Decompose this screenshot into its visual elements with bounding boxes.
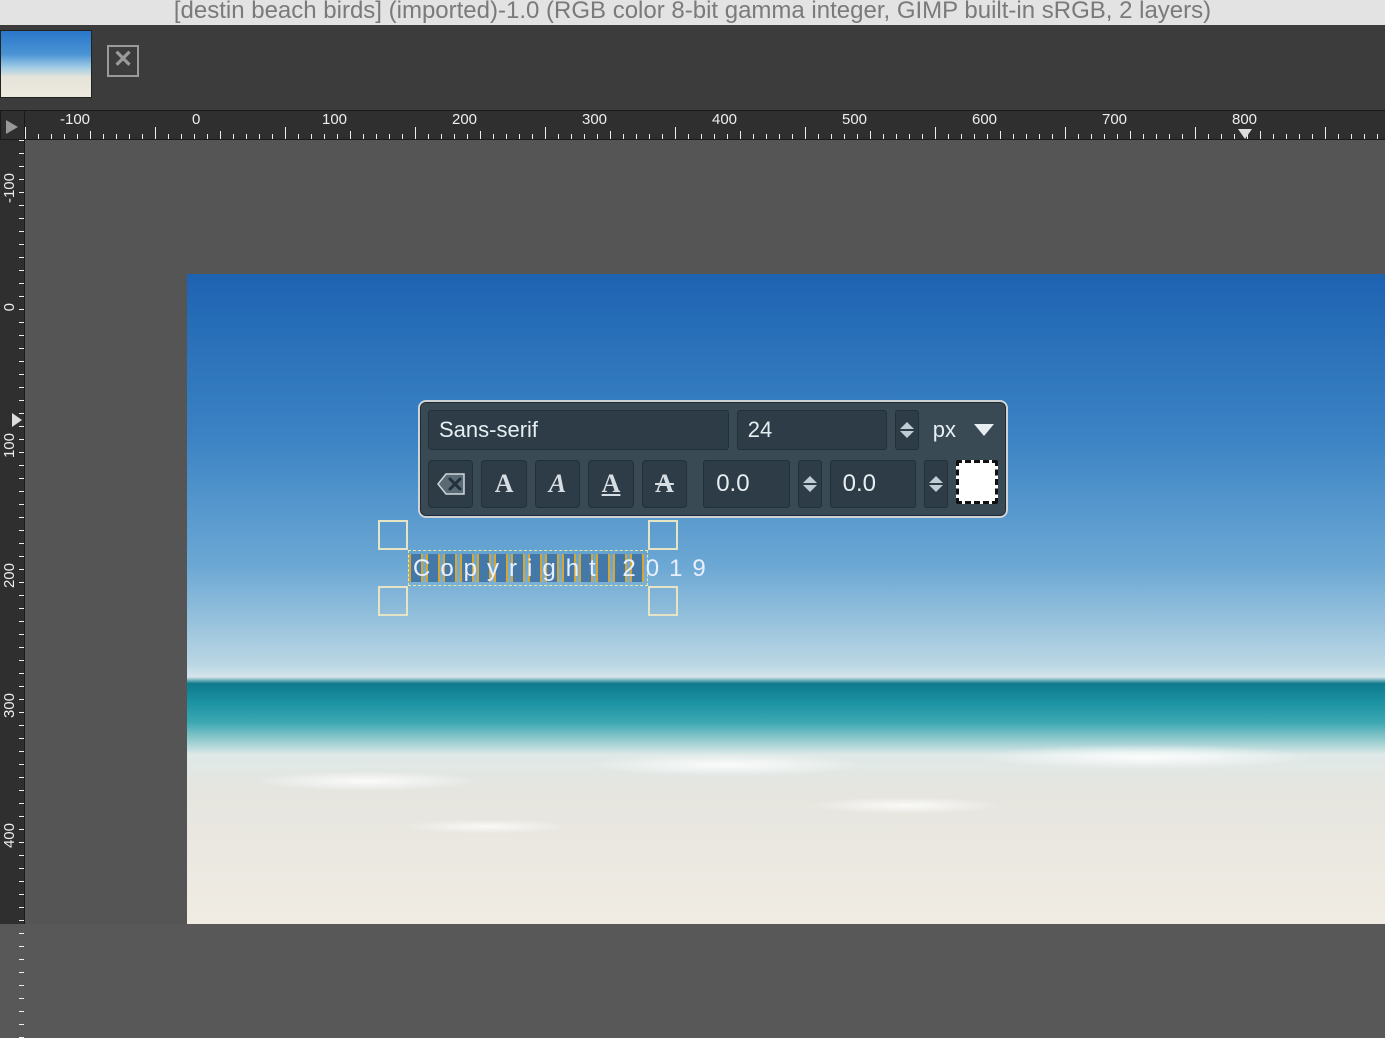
underline-icon: A	[602, 469, 621, 499]
italic-icon: A	[549, 469, 566, 499]
ruler-v-label: 200	[1, 563, 18, 588]
text-tool-toolbar[interactable]: Sans-serif 24 px A A A A	[418, 400, 1008, 518]
font-size-unit[interactable]: px	[927, 410, 962, 450]
close-tab-button[interactable]: ✕	[107, 45, 139, 77]
spinner-up-icon[interactable]	[900, 422, 914, 429]
ruler-h-label: 500	[842, 111, 867, 128]
font-size-field[interactable]: 24	[737, 410, 887, 450]
spinner-down-icon[interactable]	[803, 485, 817, 492]
window-title-bar: [destin beach birds] (imported)-1.0 (RGB…	[0, 0, 1385, 25]
unit-dropdown-icon[interactable]	[974, 424, 994, 436]
bold-button[interactable]: A	[481, 460, 526, 508]
bold-icon: A	[495, 469, 514, 499]
ruler-v-label: 0	[1, 303, 18, 311]
kerning-value: 0.0	[843, 470, 876, 498]
spinner-up-icon[interactable]	[803, 476, 817, 483]
resize-handle-top-left[interactable]	[378, 520, 408, 550]
font-family-value: Sans-serif	[439, 417, 538, 443]
ruler-v-label: 400	[1, 823, 18, 848]
text-layer-bounding-box[interactable]: Copyright 2019	[408, 550, 648, 586]
ruler-h-position-marker	[1238, 129, 1252, 139]
ruler-h-label: 600	[972, 111, 997, 128]
ruler-origin-corner[interactable]	[0, 110, 25, 140]
image-decoration-waves	[187, 684, 1385, 847]
font-size-spinner[interactable]	[895, 410, 919, 450]
ruler-h-label: 700	[1102, 111, 1127, 128]
spinner-down-icon[interactable]	[900, 431, 914, 438]
image-canvas[interactable]	[187, 274, 1385, 924]
strikethrough-icon: A	[655, 469, 674, 499]
baseline-offset-field[interactable]: 0.0	[703, 460, 789, 508]
ruler-h-label: -100	[60, 111, 90, 128]
window-title: [destin beach birds] (imported)-1.0 (RGB…	[174, 0, 1211, 24]
underline-button[interactable]: A	[588, 460, 633, 508]
font-family-field[interactable]: Sans-serif	[428, 410, 729, 450]
spinner-up-icon[interactable]	[929, 476, 943, 483]
horizontal-ruler[interactable]: -100 0 100 200 300 400 500 600 700 800	[25, 110, 1385, 140]
resize-handle-bottom-left[interactable]	[378, 586, 408, 616]
resize-handle-top-right[interactable]	[648, 520, 678, 550]
ruler-h-label: 0	[192, 111, 200, 128]
ruler-h-label: 300	[582, 111, 607, 128]
ruler-v-label: 100	[1, 433, 18, 458]
document-tab-strip: ✕	[0, 25, 1385, 110]
ruler-v-label: 300	[1, 693, 18, 718]
ruler-h-label: 200	[452, 111, 477, 128]
italic-button[interactable]: A	[535, 460, 580, 508]
resize-handle-bottom-right[interactable]	[648, 586, 678, 616]
close-icon: ✕	[113, 46, 133, 73]
backspace-x-icon	[436, 472, 466, 496]
ruler-h-label: 400	[712, 111, 737, 128]
strikethrough-button[interactable]: A	[642, 460, 687, 508]
ruler-v-position-marker	[12, 413, 22, 427]
canvas-viewport[interactable]: Copyright 2019 Sans-serif 24 px	[25, 140, 1385, 924]
vertical-ruler[interactable]: -100 0 100 200 300 400	[0, 140, 25, 924]
baseline-spinner[interactable]	[798, 460, 822, 508]
text-layer-content[interactable]: Copyright 2019	[413, 555, 716, 583]
text-color-well[interactable]	[956, 460, 998, 504]
kerning-field[interactable]: 0.0	[830, 460, 916, 508]
document-tab-thumbnail[interactable]	[0, 30, 92, 98]
ruler-h-label: 100	[322, 111, 347, 128]
baseline-offset-value: 0.0	[716, 470, 749, 498]
ruler-h-label: 800	[1232, 111, 1257, 128]
clear-style-button[interactable]	[428, 460, 473, 508]
kerning-spinner[interactable]	[924, 460, 948, 508]
font-size-value: 24	[748, 417, 772, 443]
spinner-down-icon[interactable]	[929, 485, 943, 492]
ruler-v-label: -100	[1, 173, 18, 203]
